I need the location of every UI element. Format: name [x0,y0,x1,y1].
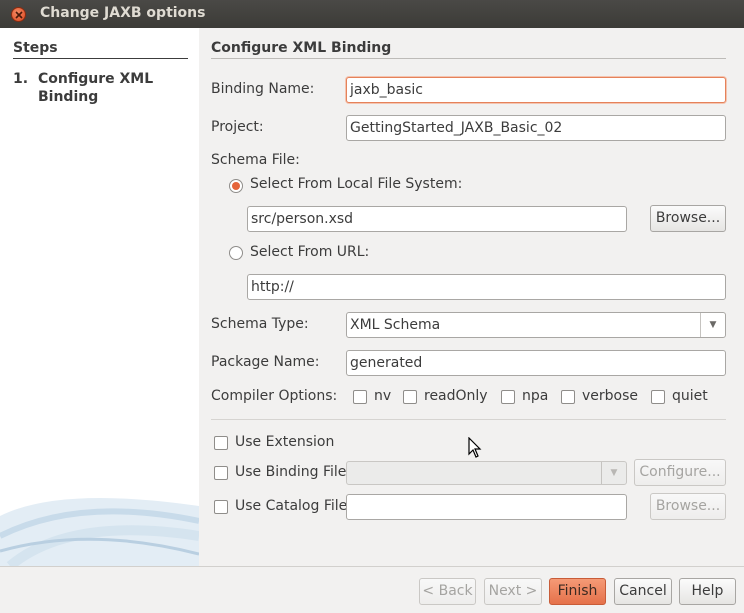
compiler-options-label: Compiler Options: [211,388,338,404]
readonly-label[interactable]: readOnly [424,388,488,404]
quiet-checkbox[interactable] [651,390,665,404]
browse-schema-button[interactable]: Browse... [650,205,726,232]
project-label: Project: [211,119,264,135]
binding-name-input[interactable]: jaxb_basic [346,77,726,103]
npa-checkbox[interactable] [501,390,515,404]
schema-type-value: XML Schema [350,317,441,333]
cancel-button[interactable]: Cancel [614,578,672,605]
binding-name-label: Binding Name: [211,81,315,97]
package-name-label: Package Name: [211,354,320,370]
url-radio[interactable] [229,246,243,260]
nv-checkbox[interactable] [353,390,367,404]
local-file-radio[interactable] [229,179,243,193]
steps-header: Steps [13,40,58,56]
schema-type-label: Schema Type: [211,316,309,332]
use-binding-file-label[interactable]: Use Binding File [235,464,346,480]
use-binding-file-checkbox[interactable] [214,466,228,480]
use-catalog-file-checkbox[interactable] [214,500,228,514]
nv-label[interactable]: nv [374,388,391,404]
footer-divider [0,566,744,567]
use-extension-checkbox[interactable] [214,436,228,450]
next-button[interactable]: Next > [484,578,542,605]
help-button[interactable]: Help [679,578,736,605]
step-item: 1. Configure XML Binding [13,70,158,106]
section-title: Configure XML Binding [211,40,392,56]
readonly-checkbox[interactable] [403,390,417,404]
close-icon[interactable] [11,7,26,22]
use-extension-label[interactable]: Use Extension [235,434,334,450]
npa-label[interactable]: npa [522,388,548,404]
finish-button[interactable]: Finish [549,578,606,605]
schema-type-select[interactable]: XML Schema ▼ [346,312,726,338]
back-button[interactable]: < Back [419,578,476,605]
binding-file-select[interactable]: ▼ [346,461,627,485]
url-input[interactable]: http:// [247,274,726,300]
section-divider [211,58,726,59]
steps-panel: Steps 1. Configure XML Binding [0,28,199,566]
step-label: Configure XML Binding [38,71,154,105]
mouse-cursor-icon [468,437,482,458]
configure-button[interactable]: Configure... [634,459,726,486]
steps-divider [13,58,188,59]
title-bar: Change JAXB options [0,0,744,28]
url-option-label[interactable]: Select From URL: [250,244,369,260]
quiet-label[interactable]: quiet [672,388,708,404]
catalog-file-input[interactable] [346,494,627,520]
window-title: Change JAXB options [40,5,206,21]
browse-catalog-button[interactable]: Browse... [650,493,726,520]
local-file-input[interactable]: src/person.xsd [247,206,627,232]
verbose-label[interactable]: verbose [582,388,638,404]
use-catalog-file-label[interactable]: Use Catalog File [235,498,347,514]
dialog-window: Change JAXB options Steps 1. Configure XM… [0,0,744,613]
project-input[interactable]: GettingStarted_JAXB_Basic_02 [346,115,726,141]
chevron-down-icon[interactable]: ▼ [601,462,626,484]
decorative-swoosh-image [0,498,199,566]
verbose-checkbox[interactable] [561,390,575,404]
options-separator [211,419,726,420]
step-number: 1. [13,71,29,87]
local-file-option-label[interactable]: Select From Local File System: [250,176,462,192]
package-name-input[interactable]: generated [346,350,726,376]
chevron-down-icon[interactable]: ▼ [700,313,725,337]
schema-file-label: Schema File: [211,152,300,168]
